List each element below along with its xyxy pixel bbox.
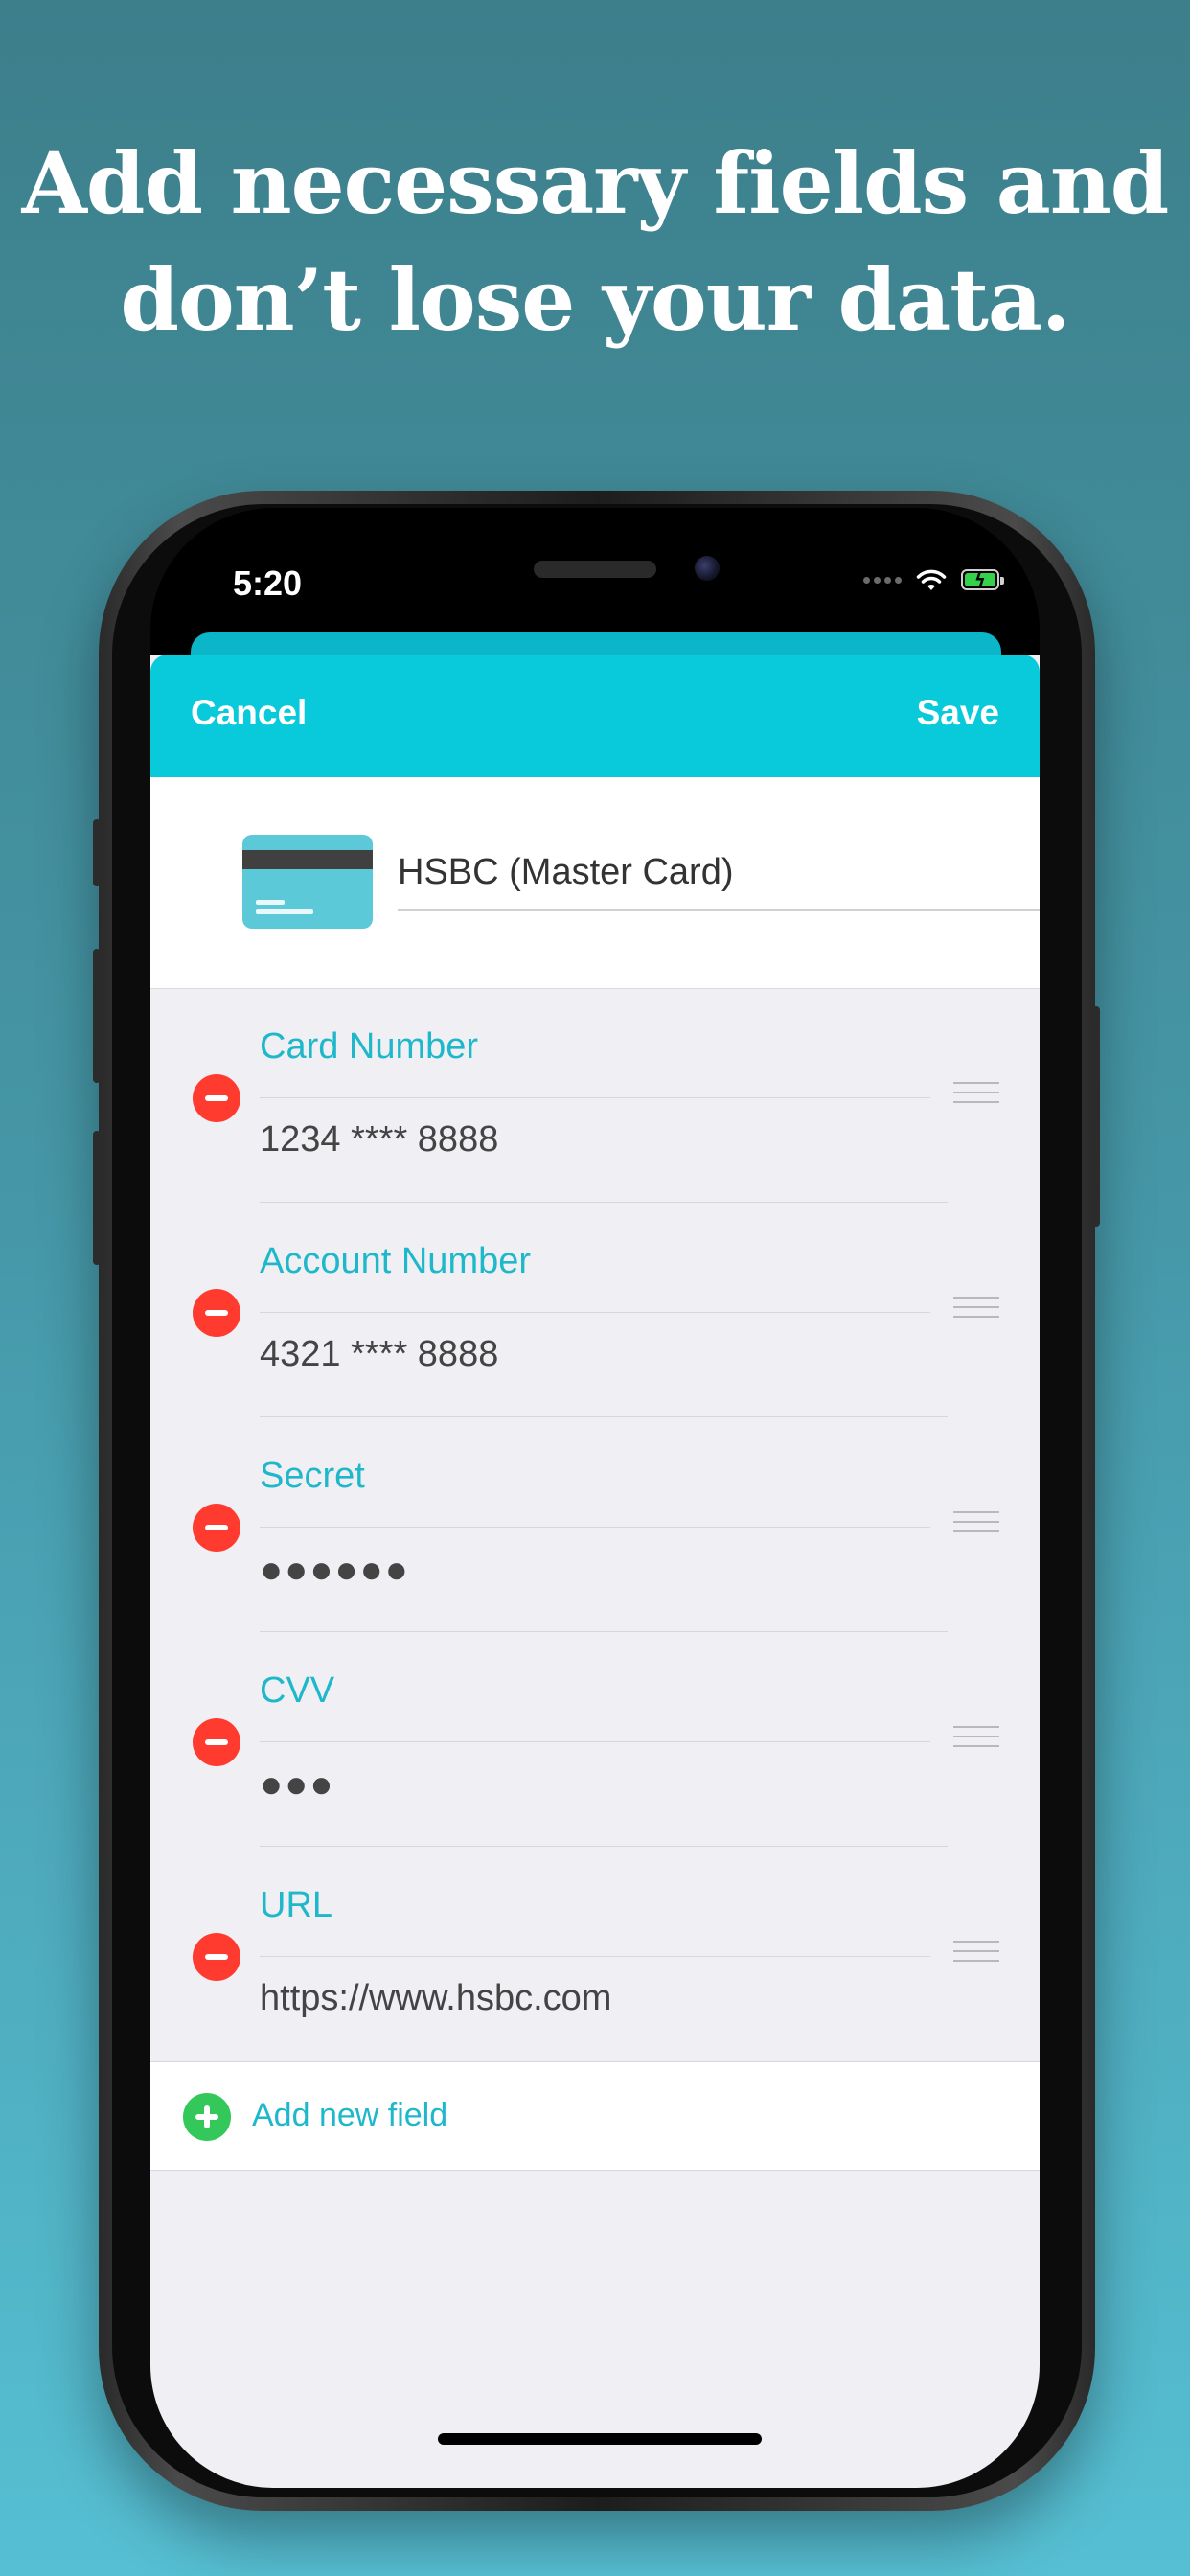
- wifi-icon: [916, 569, 947, 590]
- remove-field-button[interactable]: [193, 1933, 240, 1981]
- field-label: Account Number: [260, 1241, 532, 1281]
- save-button[interactable]: Save: [917, 693, 999, 733]
- field-row-card-number: Card Number 1234 **** 8888: [150, 988, 1040, 1203]
- field-value[interactable]: 1234 **** 8888: [260, 1119, 498, 1161]
- field-row-account-number: Account Number 4321 **** 8888: [150, 1203, 1040, 1417]
- mute-switch: [93, 819, 101, 886]
- navigation-bar: Cancel Save: [150, 655, 1040, 777]
- field-label: CVV: [260, 1670, 335, 1711]
- field-value[interactable]: https://www.hsbc.com: [260, 1978, 611, 2019]
- status-icons: ϟ: [863, 567, 1004, 592]
- entry-header: [150, 777, 1040, 989]
- field-row-url: URL https://www.hsbc.com: [150, 1847, 1040, 2061]
- remove-field-button[interactable]: [193, 1289, 240, 1337]
- volume-up-button: [93, 949, 101, 1083]
- field-row-secret: Secret ●●●●●●: [150, 1417, 1040, 1632]
- headline-line-2: don’t lose your data.: [120, 250, 1070, 350]
- field-label: Secret: [260, 1456, 365, 1496]
- entry-title-input[interactable]: [398, 835, 1040, 911]
- power-button: [1092, 1006, 1100, 1227]
- reorder-handle-icon[interactable]: [953, 1726, 999, 1755]
- status-time: 5:20: [233, 564, 303, 603]
- speaker-grille: [534, 561, 656, 578]
- headline-line-1: Add necessary fields and: [21, 133, 1170, 233]
- headline: Add necessary fields and don’t lose your…: [0, 125, 1190, 358]
- field-value[interactable]: ●●●: [260, 1763, 334, 1806]
- edit-entry-sheet: Cancel Save Card Number 1234 **** 8888 A…: [150, 655, 1040, 2488]
- field-value[interactable]: 4321 **** 8888: [260, 1334, 498, 1375]
- reorder-handle-icon[interactable]: [953, 1511, 999, 1540]
- add-new-field-label: Add new field: [252, 2097, 448, 2133]
- field-label: URL: [260, 1885, 333, 1925]
- field-label: Card Number: [260, 1026, 479, 1067]
- field-value[interactable]: ●●●●●●: [260, 1549, 410, 1592]
- credit-card-icon[interactable]: [242, 835, 373, 929]
- reorder-handle-icon[interactable]: [953, 1297, 999, 1325]
- phone-screen: 5:20 ϟ Cancel Save Card Nu: [150, 508, 1040, 2488]
- signal-dots-icon: [863, 576, 902, 584]
- plus-circle-icon[interactable]: [183, 2093, 231, 2141]
- reorder-handle-icon[interactable]: [953, 1082, 999, 1111]
- home-indicator[interactable]: [438, 2433, 762, 2445]
- remove-field-button[interactable]: [193, 1718, 240, 1766]
- cancel-button[interactable]: Cancel: [191, 693, 307, 733]
- volume-down-button: [93, 1131, 101, 1265]
- battery-charging-icon: ϟ: [961, 569, 1004, 590]
- field-row-cvv: CVV ●●●: [150, 1632, 1040, 1847]
- reorder-handle-icon[interactable]: [953, 1941, 999, 1969]
- remove-field-button[interactable]: [193, 1504, 240, 1552]
- front-camera: [695, 556, 720, 581]
- add-new-field-button[interactable]: Add new field: [150, 2061, 1040, 2171]
- remove-field-button[interactable]: [193, 1074, 240, 1122]
